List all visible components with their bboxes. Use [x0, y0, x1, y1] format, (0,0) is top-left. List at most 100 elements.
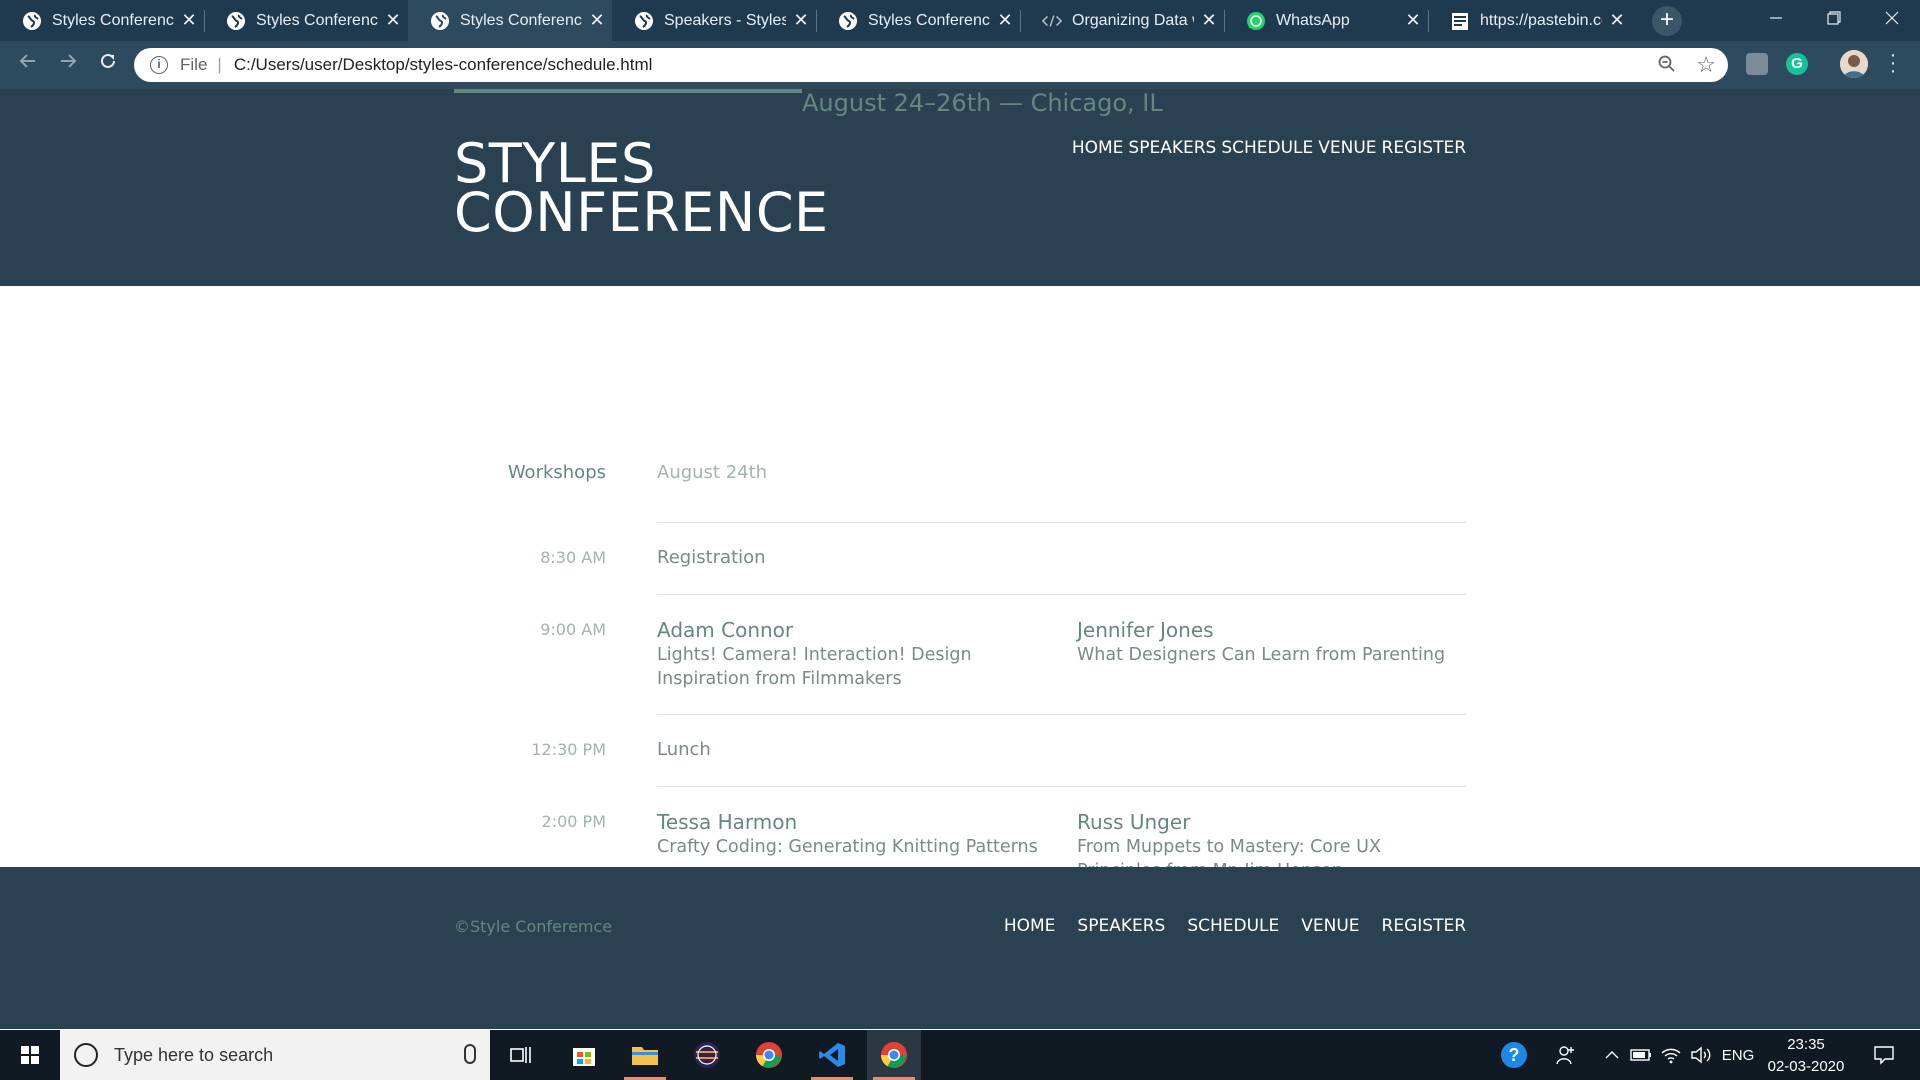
extension-icon[interactable]: [1746, 53, 1768, 75]
cortana-icon: [74, 1043, 98, 1067]
help-icon[interactable]: ?: [1498, 1030, 1530, 1080]
task-view-icon[interactable]: [494, 1030, 548, 1080]
zoom-icon[interactable]: [1658, 55, 1676, 78]
talk: Adam Connor Lights! Camera! Interaction!…: [657, 617, 1047, 691]
tab-title: Styles Conference: [460, 11, 582, 29]
browser-tab[interactable]: WhatsApp ✕: [1224, 0, 1428, 41]
close-icon[interactable]: ✕: [174, 10, 204, 31]
speaker-name[interactable]: Russ Unger: [1077, 809, 1467, 835]
browser-tab[interactable]: Styles Conference ✕: [816, 0, 1020, 41]
eclipse-icon[interactable]: [680, 1030, 734, 1080]
notification-icon[interactable]: [1864, 1030, 1904, 1080]
tab-title: Styles Conference: [52, 11, 174, 29]
footer-nav-register[interactable]: REGISTER: [1382, 916, 1466, 936]
minimize-button[interactable]: [1748, 0, 1804, 41]
volume-icon[interactable]: [1688, 1030, 1714, 1080]
close-icon[interactable]: ✕: [786, 10, 816, 31]
logo-line: CONFERENCE: [454, 181, 829, 244]
browser-tab[interactable]: Styles Conference ✕: [0, 0, 204, 41]
grammarly-icon[interactable]: G: [1786, 53, 1808, 75]
close-icon[interactable]: ✕: [378, 10, 408, 31]
nav-schedule[interactable]: SCHEDULE: [1221, 138, 1313, 158]
profile-avatar[interactable]: [1840, 50, 1868, 78]
footer-nav-speakers[interactable]: SPEAKERS: [1077, 916, 1165, 936]
microphone-icon[interactable]: [464, 1044, 476, 1064]
browser-tab[interactable]: Styles Conference ✕: [204, 0, 408, 41]
nav-venue[interactable]: VENUE: [1318, 138, 1376, 158]
chrome-icon[interactable]: [742, 1030, 796, 1080]
pastebin-icon: [1450, 11, 1470, 31]
search-placeholder: Type here to search: [114, 1044, 274, 1065]
chrome-icon[interactable]: [867, 1030, 921, 1080]
address-url[interactable]: C:/Users/user/Desktop/styles-conference/…: [234, 55, 653, 75]
footer-nav-venue[interactable]: VENUE: [1301, 916, 1359, 936]
close-window-button[interactable]: [1864, 0, 1920, 41]
system-clock[interactable]: 23:35 02-03-2020: [1756, 1034, 1856, 1078]
nav-home[interactable]: HOME: [1072, 138, 1124, 158]
new-tab-button[interactable]: +: [1652, 6, 1682, 36]
close-icon[interactable]: ✕: [1194, 10, 1224, 31]
browser-tab[interactable]: https://pastebin.cc ✕: [1428, 0, 1632, 41]
row-divider: [657, 522, 1466, 523]
talk-title: What Designers Can Learn from Parenting: [1077, 645, 1446, 665]
nav-speakers[interactable]: SPEAKERS: [1128, 138, 1216, 158]
schedule-category: Workshops: [507, 462, 606, 483]
browser-tab-active[interactable]: Styles Conference ✕: [408, 0, 612, 41]
windows-taskbar: Type here to search ? ENG 23:35 02-03-20…: [0, 1030, 1920, 1080]
wifi-icon[interactable]: [1658, 1030, 1684, 1080]
tab-title: WhatsApp: [1276, 11, 1350, 29]
speaker-name[interactable]: Adam Connor: [657, 617, 1047, 643]
copyright-text: ©Style Conferemce: [454, 917, 613, 936]
slot-time: 2:00 PM: [541, 812, 606, 831]
restore-button[interactable]: [1806, 0, 1862, 41]
tab-title: https://pastebin.cc: [1480, 11, 1602, 29]
speaker-name[interactable]: Jennifer Jones: [1077, 617, 1467, 643]
reload-button[interactable]: [94, 51, 122, 79]
vscode-icon[interactable]: [805, 1030, 859, 1080]
bookmark-star-icon[interactable]: ☆: [1696, 52, 1716, 78]
site-logo[interactable]: STYLES CONFERENCE: [454, 137, 829, 244]
slot-event: Lunch: [657, 739, 711, 760]
slot-time: 12:30 PM: [531, 740, 606, 759]
speaker-name[interactable]: Tessa Harmon: [657, 809, 1047, 835]
chevron-up-icon[interactable]: [1600, 1030, 1624, 1080]
info-icon[interactable]: i: [150, 56, 168, 74]
row-divider: [657, 786, 1466, 787]
forward-button[interactable]: [54, 51, 82, 79]
close-icon[interactable]: ✕: [1602, 10, 1632, 31]
row-divider: [657, 594, 1466, 595]
slot-event: Registration: [657, 547, 766, 568]
taskbar-search[interactable]: Type here to search: [60, 1030, 490, 1080]
back-button[interactable]: [14, 51, 42, 79]
footer-nav-home[interactable]: HOME: [1004, 916, 1056, 936]
language-indicator[interactable]: ENG: [1718, 1030, 1758, 1080]
address-scheme: File: [180, 55, 208, 74]
nav-register[interactable]: REGISTER: [1382, 138, 1466, 158]
browser-tab[interactable]: Speakers - Styles C ✕: [612, 0, 816, 41]
footer-nav-schedule[interactable]: SCHEDULE: [1187, 916, 1279, 936]
tab-title: Styles Conference: [868, 11, 990, 29]
file-explorer-icon[interactable]: [618, 1030, 672, 1080]
schedule-day: August 24th: [657, 462, 768, 483]
row-divider: [657, 714, 1466, 715]
tab-title: Styles Conference: [256, 11, 378, 29]
page-viewport: August 24–26th — Chicago, IL STYLES CONF…: [0, 89, 1920, 1029]
talk-title: Lights! Camera! Interaction! Design Insp…: [657, 645, 972, 689]
globe-icon: [838, 11, 858, 31]
address-bar[interactable]: i File | C:/Users/user/Desktop/styles-co…: [134, 48, 1728, 82]
close-icon[interactable]: ✕: [990, 10, 1020, 31]
store-icon[interactable]: [557, 1030, 611, 1080]
people-icon[interactable]: [1552, 1030, 1580, 1080]
talk: Jennifer Jones What Designers Can Learn …: [1077, 617, 1467, 667]
whatsapp-icon: [1246, 11, 1266, 31]
event-tagline: August 24–26th — Chicago, IL: [802, 89, 1163, 117]
close-icon[interactable]: ✕: [582, 10, 612, 31]
clock-date: 02-03-2020: [1767, 1058, 1845, 1075]
close-icon[interactable]: ✕: [1398, 10, 1428, 31]
globe-icon: [634, 11, 654, 31]
browser-tab[interactable]: Organizing Data w ✕: [1020, 0, 1224, 41]
battery-icon[interactable]: [1628, 1030, 1654, 1080]
browser-tab-strip: Styles Conference ✕ Styles Conference ✕ …: [0, 0, 1920, 41]
browser-menu-icon[interactable]: · · ·: [1886, 45, 1900, 81]
start-button[interactable]: [0, 1030, 60, 1080]
